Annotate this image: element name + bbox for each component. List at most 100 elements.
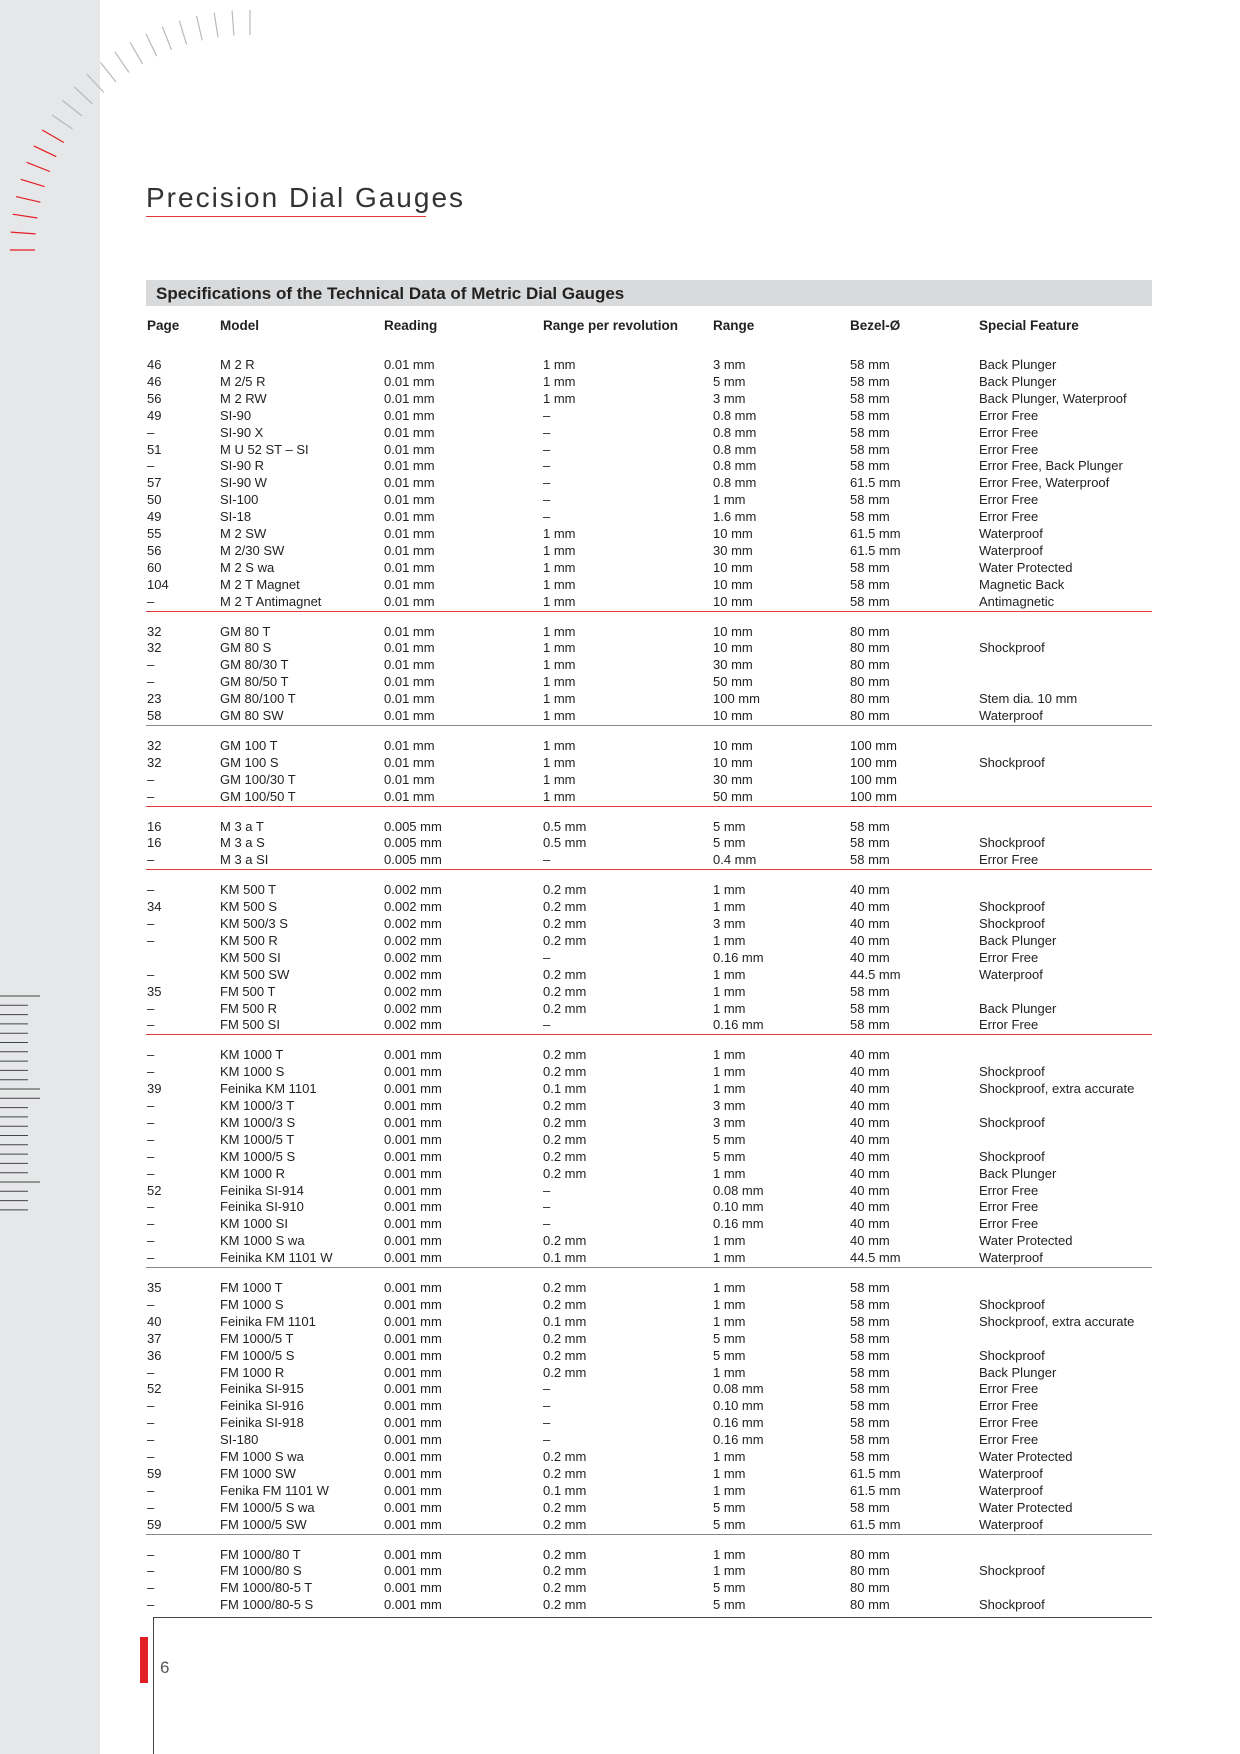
cell-range: 1 mm bbox=[713, 1465, 746, 1481]
cell-range: 1 mm bbox=[713, 932, 746, 948]
cell-reading: 0.01 mm bbox=[384, 424, 435, 440]
cell-range: 1 mm bbox=[713, 1546, 746, 1562]
cell-reading: 0.005 mm bbox=[384, 818, 442, 834]
table-row: – M 2 T Antimagnet 0.01 mm 1 mm 10 mm 58 mm An… bbox=[147, 594, 1153, 610]
cell-page: 34 bbox=[147, 899, 162, 915]
stripe-mark bbox=[114, 51, 130, 73]
cell-reading: 0.001 mm bbox=[384, 1432, 442, 1448]
cell-model: SI-90 bbox=[220, 407, 252, 423]
cell-reading: 0.001 mm bbox=[384, 1381, 442, 1397]
table-row: KM 500 SI 0.002 mm – 0.16 mm 40 mm Error Free bbox=[147, 950, 1153, 966]
cell-range-per-revolution: 0.2 mm bbox=[543, 1114, 587, 1130]
cell-range: 10 mm bbox=[713, 526, 753, 541]
cell-range: 10 mm bbox=[713, 640, 753, 656]
cell-special-feature: Stem dia. 10 mm bbox=[979, 691, 1078, 707]
table-row: 56 M 2 RW 0.01 mm 1 mm 3 mm 58 mm Back Plunger… bbox=[147, 391, 1153, 407]
cell-range: 1 mm bbox=[713, 1000, 746, 1016]
cell-range: 1 mm bbox=[713, 1563, 746, 1579]
cell-page: 46 bbox=[147, 357, 162, 372]
cell-bezel: 58 mm bbox=[850, 835, 890, 851]
cell-range: 5 mm bbox=[713, 835, 746, 851]
cell-reading: 0.01 mm bbox=[384, 458, 435, 474]
cell-reading: 0.001 mm bbox=[384, 1597, 442, 1613]
cell-reading: 0.001 mm bbox=[384, 1098, 442, 1113]
cell-range-per-revolution: 0.2 mm bbox=[543, 1131, 587, 1147]
cell-model: FM 500 R bbox=[220, 1000, 278, 1016]
table-row: 57 SI-90 W 0.01 mm – 0.8 mm 61.5 mm Error Free… bbox=[147, 475, 1153, 491]
table-row: 55 M 2 SW 0.01 mm 1 mm 10 mm 61.5 mm Waterproo… bbox=[147, 526, 1153, 542]
cell-page: 32 bbox=[147, 623, 162, 639]
cell-range: 3 mm bbox=[713, 1098, 746, 1113]
cell-page: 39 bbox=[147, 1081, 162, 1097]
stripe-mark bbox=[129, 41, 144, 65]
cell-page: 35 bbox=[147, 1280, 162, 1295]
cell-page: 55 bbox=[147, 526, 162, 541]
cell-reading: 0.001 mm bbox=[384, 1580, 442, 1596]
cell-special-feature: Back Plunger bbox=[979, 1364, 1057, 1380]
cell-range-per-revolution: 1 mm bbox=[543, 542, 576, 558]
cell-reading: 0.01 mm bbox=[384, 640, 435, 656]
cell-range: 1 mm bbox=[713, 1047, 746, 1063]
cell-special-feature: Shockproof bbox=[979, 899, 1045, 915]
cell-special-feature: Shockproof bbox=[979, 1064, 1045, 1080]
cell-range: 10 mm bbox=[713, 593, 753, 609]
cell-reading: 0.001 mm bbox=[384, 1114, 442, 1130]
cell-special-feature: Back Plunger, Waterproof bbox=[979, 390, 1127, 406]
cell-special-feature: Magnetic Back bbox=[979, 576, 1065, 592]
cell-reading: 0.002 mm bbox=[384, 882, 442, 898]
table-row: – SI-90 R 0.01 mm – 0.8 mm 58 mm Error Free, B… bbox=[147, 458, 1153, 474]
table-row: 40 Feinika FM 1101 0.001 mm 0.1 mm 1 mm 58 mm… bbox=[147, 1314, 1153, 1330]
cell-range: 0.10 mm bbox=[713, 1199, 764, 1215]
cell-reading: 0.01 mm bbox=[384, 576, 435, 592]
cell-special-feature: Error Free bbox=[979, 1017, 1039, 1033]
cell-reading: 0.002 mm bbox=[384, 1000, 442, 1016]
cell-model: SI-90 R bbox=[220, 458, 265, 474]
table-row: – M 3 a SI 0.005 mm – 0.4 mm 58 mm Error Free bbox=[147, 852, 1153, 868]
table-row: – KM 1000 S wa 0.001 mm 0.2 mm 1 mm 40 mm Wate… bbox=[147, 1233, 1153, 1249]
cell-model: M 2 RW bbox=[220, 390, 267, 406]
cell-bezel: 58 mm bbox=[850, 1381, 890, 1397]
cell-model: SI-90 W bbox=[220, 475, 267, 491]
cell-range: 5 mm bbox=[713, 1347, 746, 1363]
cell-reading: 0.002 mm bbox=[384, 1017, 442, 1033]
cell-special-feature: Shockproof bbox=[979, 916, 1045, 931]
cell-page: – bbox=[147, 1597, 155, 1613]
cell-reading: 0.001 mm bbox=[384, 1465, 442, 1481]
cell-range: 1 mm bbox=[713, 1233, 746, 1249]
column-header-page: Page bbox=[147, 318, 180, 333]
cell-range: 5 mm bbox=[713, 1597, 746, 1613]
cell-reading: 0.001 mm bbox=[384, 1516, 442, 1532]
cell-page: 51 bbox=[147, 441, 162, 457]
cell-range-per-revolution: 0.1 mm bbox=[543, 1482, 587, 1498]
cell-page: 58 bbox=[147, 708, 162, 723]
cell-range: 5 mm bbox=[713, 373, 746, 389]
table-row: 46 M 2 R 0.01 mm 1 mm 3 mm 58 mm Back Plunger bbox=[147, 357, 1153, 373]
stripe-mark bbox=[145, 33, 158, 57]
table-row: 50 SI-100 0.01 mm – 1 mm 58 mm Error Free bbox=[147, 492, 1153, 508]
cell-range: 1 mm bbox=[713, 1482, 746, 1498]
cell-model: GM 100 S bbox=[220, 754, 279, 770]
cell-bezel: 80 mm bbox=[850, 1546, 890, 1562]
table-row: – Feinika SI-916 0.001 mm – 0.10 mm 58 mm Erro… bbox=[147, 1398, 1153, 1414]
cell-model: M 2 S wa bbox=[220, 559, 275, 575]
table-row: – KM 1000 SI 0.001 mm – 0.16 mm 40 mm Error Fr… bbox=[147, 1216, 1153, 1232]
cell-model: KM 1000/5 S bbox=[220, 1148, 296, 1164]
cell-page: – bbox=[147, 1250, 155, 1266]
cell-bezel: 40 mm bbox=[850, 916, 890, 931]
cell-page: – bbox=[147, 458, 155, 474]
cell-page: – bbox=[147, 1482, 155, 1498]
cell-range: 5 mm bbox=[713, 1580, 746, 1596]
cell-range-per-revolution: 0.2 mm bbox=[543, 1465, 587, 1481]
cell-model: GM 80/30 T bbox=[220, 657, 289, 673]
cell-bezel: 80 mm bbox=[850, 691, 890, 707]
cell-range-per-revolution: – bbox=[543, 509, 551, 525]
cell-reading: 0.01 mm bbox=[384, 674, 435, 690]
cell-model: Feinika FM 1101 bbox=[220, 1313, 316, 1329]
cell-reading: 0.01 mm bbox=[384, 509, 435, 525]
cell-bezel: 58 mm bbox=[850, 458, 890, 474]
cell-model: M 2/30 SW bbox=[220, 542, 285, 558]
cell-bezel: 58 mm bbox=[850, 424, 890, 440]
group-separator-line bbox=[146, 724, 1152, 726]
cell-bezel: 40 mm bbox=[850, 1114, 890, 1130]
cell-bezel: 58 mm bbox=[850, 1280, 890, 1295]
